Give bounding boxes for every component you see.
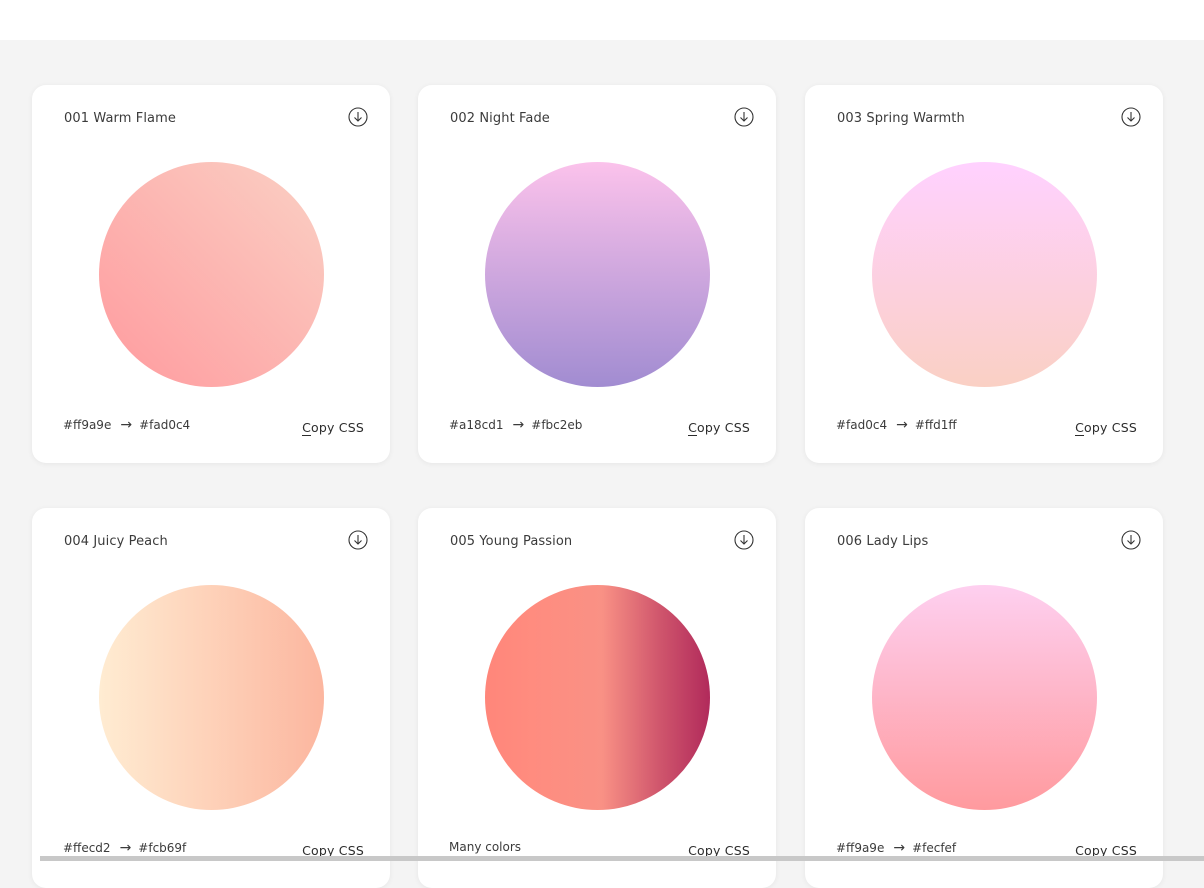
gradient-card: 001 Warm Flame #ff9a9e → #fad0c4 Copy CSS bbox=[32, 85, 390, 463]
gradient-title: 004 Juicy Peach bbox=[64, 534, 168, 549]
gradient-color-stops: Many colors bbox=[449, 840, 521, 854]
color-from: #a18cd1 bbox=[449, 418, 504, 432]
copy-css-label: opy CSS bbox=[1084, 420, 1137, 435]
many-colors-label: Many colors bbox=[449, 840, 522, 854]
gradient-color-stops: #a18cd1 → #fbc2eb bbox=[449, 417, 582, 433]
gradient-preview-circle[interactable] bbox=[872, 162, 1097, 387]
gradient-card: 004 Juicy Peach #ffecd2 → #fcb69f Copy CSS bbox=[32, 508, 390, 888]
gradient-preview-circle[interactable] bbox=[485, 162, 710, 387]
gradient-title: 002 Night Fade bbox=[450, 111, 550, 126]
arrow-icon: → bbox=[893, 840, 906, 856]
gradient-card: 003 Spring Warmth #fad0c4 → #ffd1ff Copy C… bbox=[805, 85, 1163, 463]
gradient-preview-circle[interactable] bbox=[99, 585, 324, 810]
gradient-title: 001 Warm Flame bbox=[64, 111, 176, 126]
copy-css-button[interactable]: Copy CSS bbox=[1075, 420, 1137, 436]
arrow-icon: → bbox=[512, 417, 525, 433]
color-to: #fcb69f bbox=[138, 841, 187, 855]
copy-css-label-accesskey: C bbox=[688, 420, 698, 436]
gradient-card: 005 Young Passion Many colors Copy CSS bbox=[418, 508, 776, 888]
gradient-color-stops: #ff9a9e → #fad0c4 bbox=[63, 417, 190, 433]
gradient-color-stops: #ffecd2 → #fcb69f bbox=[63, 840, 186, 856]
gradient-color-stops: #ff9a9e → #fecfef bbox=[836, 840, 956, 856]
copy-css-label-accesskey: C bbox=[1075, 420, 1085, 436]
color-from: #ff9a9e bbox=[836, 841, 885, 855]
gradient-title: 005 Young Passion bbox=[450, 534, 573, 549]
color-from: #fad0c4 bbox=[836, 418, 888, 432]
gradient-preview-circle[interactable] bbox=[485, 585, 710, 810]
download-circle-icon[interactable] bbox=[734, 530, 754, 550]
copy-css-label-accesskey: C bbox=[302, 420, 312, 436]
gradient-color-stops: #fad0c4 → #ffd1ff bbox=[836, 417, 957, 433]
gradient-card: 002 Night Fade #a18cd1 → #fbc2eb Copy CSS bbox=[418, 85, 776, 463]
arrow-icon: → bbox=[120, 417, 133, 433]
gradient-preview-circle[interactable] bbox=[872, 585, 1097, 810]
color-from: #ffecd2 bbox=[63, 841, 111, 855]
color-to: #fecfef bbox=[912, 841, 957, 855]
gradient-card: 006 Lady Lips #ff9a9e → #fecfef Copy CSS bbox=[805, 508, 1163, 888]
copy-css-button[interactable]: Copy CSS bbox=[688, 420, 750, 436]
horizontal-scrollbar[interactable] bbox=[40, 856, 1204, 861]
copy-css-label: opy CSS bbox=[697, 420, 750, 435]
gradient-grid: 001 Warm Flame #ff9a9e → #fad0c4 Copy CSS … bbox=[0, 0, 1204, 888]
color-to: #ffd1ff bbox=[914, 418, 957, 432]
copy-css-label: opy CSS bbox=[311, 420, 364, 435]
gradient-title: 006 Lady Lips bbox=[837, 534, 929, 549]
download-circle-icon[interactable] bbox=[1121, 107, 1141, 127]
gradient-preview-circle[interactable] bbox=[99, 162, 324, 387]
download-circle-icon[interactable] bbox=[348, 107, 368, 127]
arrow-icon: → bbox=[896, 417, 908, 433]
download-circle-icon[interactable] bbox=[348, 530, 368, 550]
download-circle-icon[interactable] bbox=[734, 107, 754, 127]
gradient-title: 003 Spring Warmth bbox=[837, 111, 965, 126]
color-from: #ff9a9e bbox=[63, 418, 112, 432]
download-circle-icon[interactable] bbox=[1121, 530, 1141, 550]
color-to: #fbc2eb bbox=[531, 418, 583, 432]
copy-css-button[interactable]: Copy CSS bbox=[302, 420, 364, 436]
color-to: #fad0c4 bbox=[139, 418, 191, 432]
arrow-icon: → bbox=[119, 840, 132, 856]
